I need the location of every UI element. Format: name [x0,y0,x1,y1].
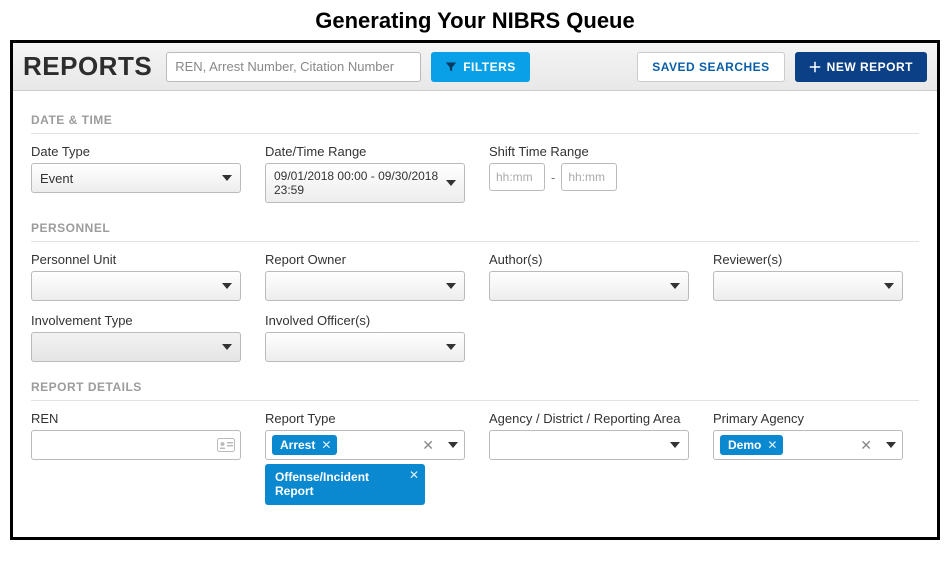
date-range-label: Date/Time Range [265,144,465,159]
agency-district-select[interactable] [489,430,689,460]
primary-agency-label: Primary Agency [713,411,903,426]
report-owner-field: Report Owner [265,252,465,301]
chevron-down-icon [670,283,680,289]
chevron-down-icon [446,283,456,289]
clear-all-icon[interactable]: ✕ [422,437,438,454]
page-heading: Generating Your NIBRS Queue [0,0,950,40]
chevron-down-icon [670,442,680,448]
shift-range-wrap: - [489,163,617,191]
authors-label: Author(s) [489,252,689,267]
report-details-row: REN Report Type Arrest ✕ ✕ [31,411,919,505]
remove-tag-icon[interactable]: ✕ [321,438,331,452]
primary-agency-field: Primary Agency Demo ✕ ✕ [713,411,903,460]
report-owner-label: Report Owner [265,252,465,267]
report-type-tag-arrest: Arrest ✕ [272,435,337,455]
saved-searches-button[interactable]: SAVED SEARCHES [637,52,784,82]
remove-tag-icon[interactable]: ✕ [409,468,419,482]
agency-district-label: Agency / District / Reporting Area [489,411,689,426]
reviewers-label: Reviewer(s) [713,252,903,267]
involved-officers-select[interactable] [265,332,465,362]
date-time-row: Date Type Event Date/Time Range 09/01/20… [31,144,919,203]
reviewers-field: Reviewer(s) [713,252,903,301]
primary-agency-tag-demo: Demo ✕ [720,435,783,455]
section-report-details-header: REPORT DETAILS [31,380,919,401]
involvement-type-field: Involvement Type [31,313,241,362]
shift-range-field: Shift Time Range - [489,144,617,203]
filters-label: FILTERS [463,60,516,74]
chevron-down-icon [446,344,456,350]
clear-all-icon[interactable]: ✕ [860,437,876,454]
report-type-label: Report Type [265,411,465,426]
involvement-type-select[interactable] [31,332,241,362]
reviewers-select[interactable] [713,271,903,301]
report-owner-select[interactable] [265,271,465,301]
personnel-row-1: Personnel Unit Report Owner Author(s) Re… [31,252,919,301]
personnel-unit-label: Personnel Unit [31,252,241,267]
personnel-unit-field: Personnel Unit [31,252,241,301]
app-frame: REPORTS FILTERS SAVED SEARCHES NEW REPOR… [10,40,940,540]
ren-input[interactable] [31,430,241,460]
toolbar: REPORTS FILTERS SAVED SEARCHES NEW REPOR… [13,43,937,91]
section-date-time-header: DATE & TIME [31,113,919,134]
chevron-down-icon [886,442,896,448]
report-type-select[interactable]: Arrest ✕ ✕ [265,430,465,460]
saved-searches-label: SAVED SEARCHES [652,60,769,74]
shift-sep: - [551,170,555,185]
involved-officers-label: Involved Officer(s) [265,313,465,328]
remove-tag-icon[interactable]: ✕ [767,438,777,452]
personnel-unit-select[interactable] [31,271,241,301]
tag-label: Arrest [280,438,315,452]
shift-start-input[interactable] [489,163,545,191]
content-area: DATE & TIME Date Type Event Date/Time Ra… [13,91,937,537]
chevron-down-icon [448,442,458,448]
funnel-icon [445,61,457,73]
ren-label: REN [31,411,241,426]
tag-label: Demo [728,438,761,452]
authors-select[interactable] [489,271,689,301]
chevron-down-icon [446,180,456,186]
tag-label: Offense/Incident Report [275,470,369,498]
shift-range-label: Shift Time Range [489,144,617,159]
report-type-field: Report Type Arrest ✕ ✕ Offense/Incident … [265,411,465,505]
filters-button[interactable]: FILTERS [431,52,530,82]
authors-field: Author(s) [489,252,689,301]
section-personnel-header: PERSONNEL [31,221,919,242]
date-range-select[interactable]: 09/01/2018 00:00 - 09/30/2018 23:59 [265,163,465,203]
date-type-label: Date Type [31,144,241,159]
date-range-value: 09/01/2018 00:00 - 09/30/2018 23:59 [274,169,446,198]
ren-field: REN [31,411,241,460]
primary-agency-select[interactable]: Demo ✕ ✕ [713,430,903,460]
chevron-down-icon [884,283,894,289]
date-type-field: Date Type Event [31,144,241,203]
new-report-label: NEW REPORT [827,60,913,74]
date-range-field: Date/Time Range 09/01/2018 00:00 - 09/30… [265,144,465,203]
plus-icon [809,61,821,73]
brand-title: REPORTS [23,51,152,82]
date-type-value: Event [40,171,73,186]
involvement-type-label: Involvement Type [31,313,241,328]
search-input[interactable] [166,52,421,82]
shift-end-input[interactable] [561,163,617,191]
report-type-tag-offense: Offense/Incident Report ✕ [265,464,425,505]
idcard-icon [217,438,235,452]
chevron-down-icon [222,283,232,289]
date-type-select[interactable]: Event [31,163,241,193]
chevron-down-icon [222,175,232,181]
involved-officers-field: Involved Officer(s) [265,313,465,362]
chevron-down-icon [222,344,232,350]
personnel-row-2: Involvement Type Involved Officer(s) [31,313,919,362]
agency-district-field: Agency / District / Reporting Area [489,411,689,460]
new-report-button[interactable]: NEW REPORT [795,52,927,82]
